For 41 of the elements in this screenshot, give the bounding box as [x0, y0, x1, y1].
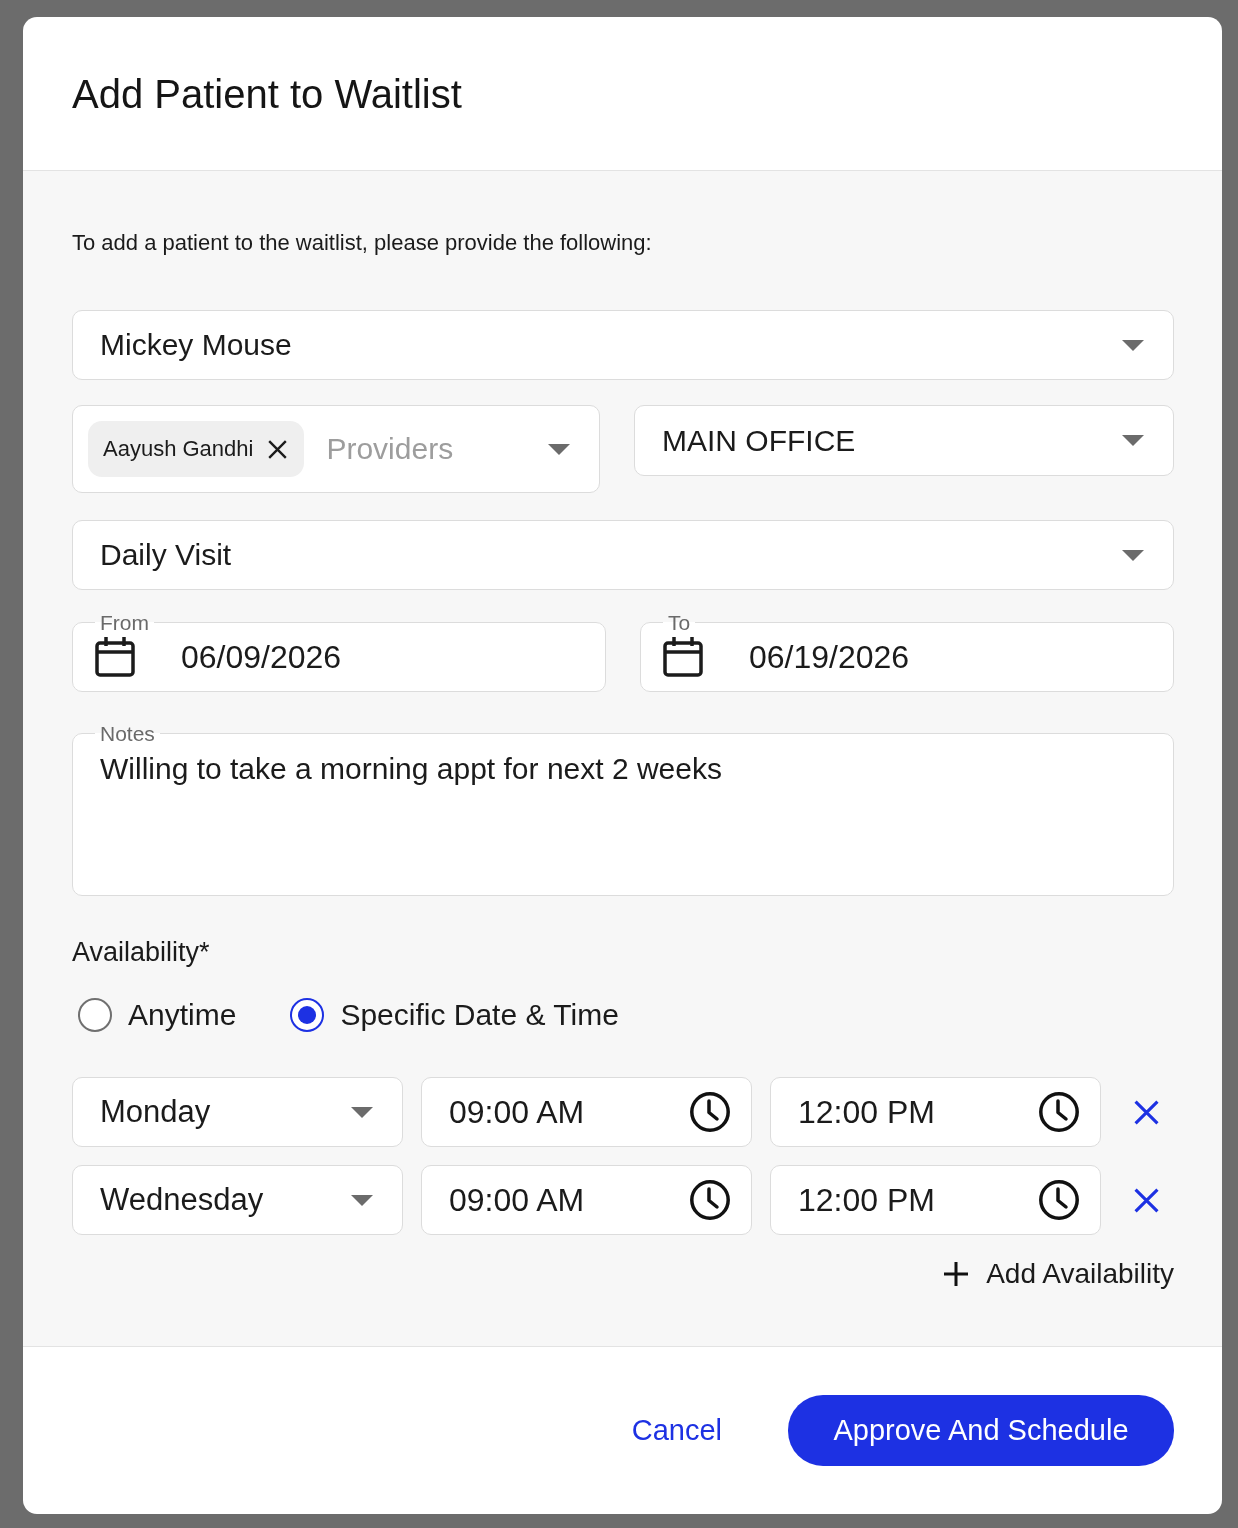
text-button[interactable]: Cancel	[619, 1400, 734, 1461]
location-select[interactable]: MAIN OFFICE	[634, 405, 1174, 476]
radio-button[interactable]	[290, 998, 325, 1032]
clock-icon[interactable]	[1039, 1180, 1079, 1220]
primary-button[interactable]: Approve And Schedule	[788, 1395, 1174, 1466]
day-select[interactable]: Wednesday	[72, 1165, 403, 1235]
dialog-title: Add Patient to Waitlist	[72, 70, 462, 118]
add-availability-button[interactable]: Add Availability	[944, 1257, 1174, 1291]
calendar-icon[interactable]	[663, 637, 703, 677]
time-field[interactable]: 09:00 AM	[421, 1077, 752, 1147]
calendar-icon[interactable]	[95, 637, 135, 677]
caret-icon	[351, 1106, 373, 1118]
radio-label[interactable]: Anytime	[128, 997, 237, 1033]
day-select[interactable]: Monday	[72, 1077, 403, 1147]
caret-icon	[548, 443, 570, 455]
time-field[interactable]: 12:00 PM	[770, 1165, 1101, 1235]
providers-select[interactable]: Aayush Gandhi Providers	[72, 405, 600, 493]
field-label: To	[667, 612, 692, 633]
provider-chip[interactable]: Aayush Gandhi	[88, 421, 305, 477]
time-field[interactable]: 09:00 AM	[421, 1165, 752, 1235]
clock-icon[interactable]	[1039, 1092, 1079, 1132]
patient-select[interactable]: Mickey Mouse	[72, 310, 1174, 380]
section-label: Availability*	[72, 936, 211, 968]
radio-button[interactable]	[78, 998, 112, 1032]
radio-label[interactable]: Specific Date & Time	[340, 997, 619, 1033]
caret-icon	[1122, 435, 1144, 446]
caret-icon	[1122, 549, 1144, 561]
time-field[interactable]: 12:00 PM	[770, 1077, 1101, 1147]
field-label: From	[99, 612, 150, 633]
clock-icon[interactable]	[690, 1180, 730, 1220]
close-icon[interactable]	[268, 439, 288, 459]
close-icon[interactable]	[1133, 1187, 1159, 1213]
clock-icon[interactable]	[690, 1092, 730, 1132]
notes-text: Willing to take a morning appt for next 2 weeks	[100, 751, 723, 787]
close-icon[interactable]	[1133, 1099, 1159, 1125]
caret-icon	[1122, 339, 1144, 351]
plus-icon	[944, 1262, 969, 1286]
caret-icon	[351, 1194, 373, 1206]
instruction-text: To add a patient to the waitlist, please provide the following:	[72, 230, 653, 256]
visit-type-select[interactable]: Daily Visit	[72, 520, 1174, 590]
field-label: Notes	[99, 723, 156, 744]
